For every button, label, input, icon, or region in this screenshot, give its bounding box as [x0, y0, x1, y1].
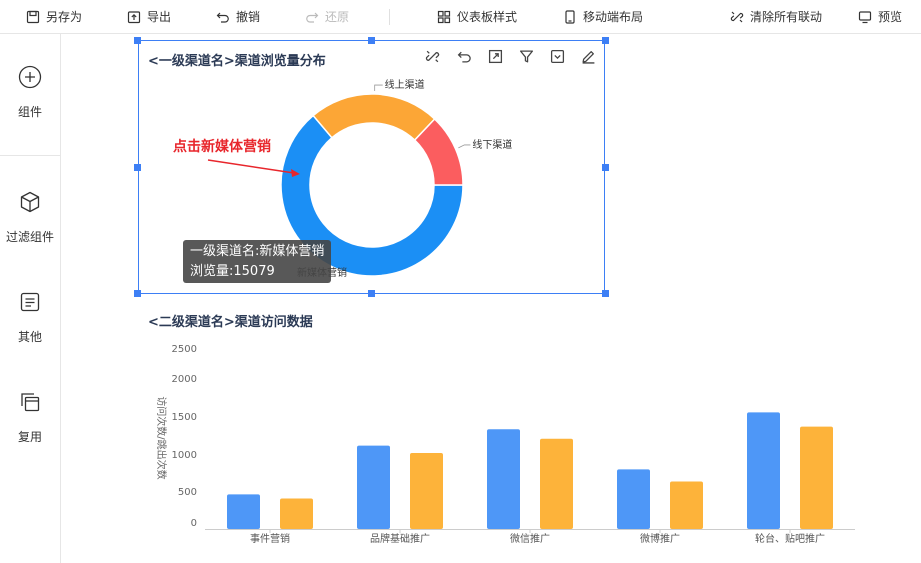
undo-button[interactable]: 撤销: [216, 0, 260, 33]
resize-handle-top[interactable]: [368, 37, 375, 44]
redo-button[interactable]: 还原: [305, 0, 349, 33]
widget-undo-button[interactable]: [455, 47, 473, 65]
sidebar-item-label: 复用: [17, 430, 42, 444]
export-button[interactable]: 导出: [127, 0, 171, 33]
left-sidebar: 组件 过滤组件 其他 复用: [0, 34, 61, 563]
widget-link-button[interactable]: [423, 47, 441, 65]
monitor-icon: [858, 10, 872, 23]
resize-handle-bottom-right[interactable]: [602, 290, 609, 297]
export-label: 导出: [147, 10, 172, 24]
tooltip-line-1: 一级渠道名:新媒体营销: [190, 244, 325, 259]
save-as-button[interactable]: 另存为: [26, 0, 82, 33]
clear-links-label: 清除所有联动: [750, 10, 823, 24]
annotation-text: 点击新媒体营销: [173, 139, 271, 155]
copy-icon: [21, 393, 40, 412]
dashboard-style-label: 仪表板样式: [457, 10, 518, 24]
sidebar-item-other[interactable]: 其他: [0, 290, 60, 345]
export-icon: [127, 10, 141, 23]
sidebar-item-label: 组件: [17, 105, 42, 119]
preview-button[interactable]: 预览: [858, 0, 902, 33]
widget-dropdown-button[interactable]: [548, 47, 566, 65]
undo-label: 撤销: [236, 10, 261, 24]
unlink-icon: [425, 50, 439, 62]
cube-icon: [20, 191, 40, 213]
widget-filter-button[interactable]: [517, 47, 535, 65]
sidebar-item-components[interactable]: 组件: [0, 65, 60, 120]
resize-handle-left[interactable]: [134, 164, 141, 171]
preview-label: 预览: [878, 10, 903, 24]
sidebar-item-filter-components[interactable]: 过滤组件: [0, 190, 60, 245]
dashboard-style-button[interactable]: 仪表板样式: [437, 0, 517, 33]
resize-handle-top-left[interactable]: [134, 37, 141, 44]
mobile-layout-label: 移动端布局: [583, 10, 644, 24]
tooltip-line-2: 浏览量:15079: [190, 264, 275, 279]
resize-handle-bottom[interactable]: [368, 290, 375, 297]
document-icon: [20, 292, 40, 312]
unlink-icon: [730, 11, 744, 22]
resize-handle-right[interactable]: [602, 164, 609, 171]
resize-handle-bottom-left[interactable]: [134, 290, 141, 297]
expand-icon: [488, 49, 502, 63]
mobile-layout-button[interactable]: 移动端布局: [563, 0, 643, 33]
chart-tooltip: 一级渠道名:新媒体营销 浏览量:15079: [183, 240, 331, 283]
bar-chart-title: <二级渠道名>渠道访问数据: [148, 315, 313, 330]
mobile-icon: [565, 9, 575, 24]
pencil-icon: [582, 50, 594, 64]
save-icon: [26, 10, 40, 23]
grid-icon: [437, 10, 451, 23]
toolbar-divider: [389, 9, 390, 25]
widget-expand-button[interactable]: [486, 47, 504, 65]
donut-chart-title: <一级渠道名>渠道浏览量分布: [148, 54, 326, 69]
undo-icon: [457, 51, 471, 62]
undo-icon: [216, 12, 229, 23]
save-as-label: 另存为: [46, 10, 83, 24]
plus-circle-icon: [18, 65, 42, 89]
clear-links-button[interactable]: 清除所有联动: [730, 0, 822, 33]
redo-icon: [306, 12, 319, 23]
chevron-down-box-icon: [550, 49, 564, 63]
sidebar-divider: [0, 155, 60, 156]
sidebar-item-label: 其他: [17, 330, 42, 344]
filter-icon: [519, 50, 533, 63]
widget-edit-button[interactable]: [579, 47, 597, 65]
redo-label: 还原: [325, 10, 350, 24]
sidebar-item-label: 过滤组件: [5, 230, 54, 244]
resize-handle-top-right[interactable]: [602, 37, 609, 44]
top-toolbar: 另存为 导出 撤销 还原 仪表板样式 移动端布局 清除所有联动 预览: [0, 0, 921, 34]
sidebar-item-reuse[interactable]: 复用: [0, 390, 60, 445]
